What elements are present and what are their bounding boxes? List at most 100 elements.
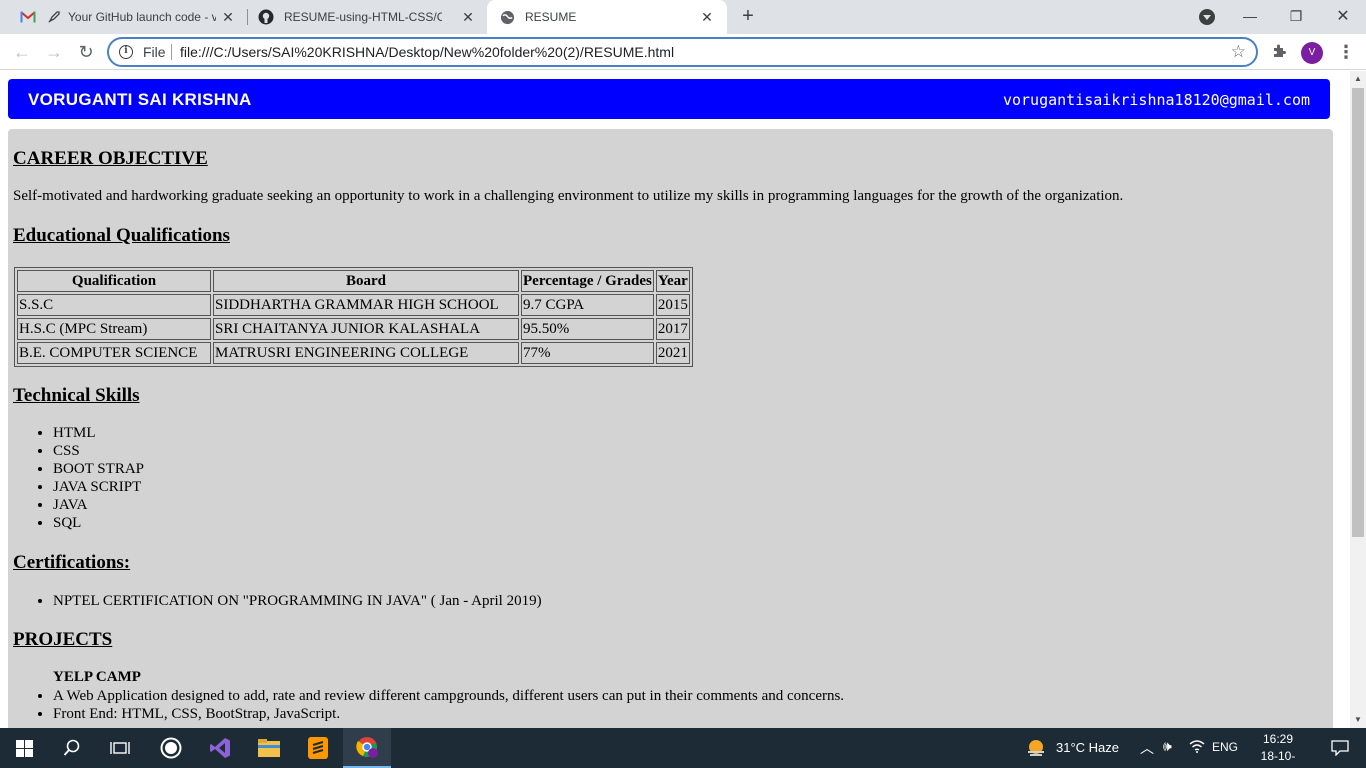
url-text[interactable]: file:///C:/Users/SAI%20KRISHNA/Desktop/N… xyxy=(180,44,674,60)
career-objective-heading: CAREER OBJECTIVE xyxy=(13,148,208,169)
resume-email: vorugantisaikrishna18120@gmail.com xyxy=(1002,91,1310,109)
certifications-list: NPTEL CERTIFICATION ON "PROGRAMMING IN J… xyxy=(53,592,542,610)
table-cell: SRI CHAITANYA JUNIOR KALASHALA xyxy=(213,318,519,340)
address-bar[interactable]: i File file:///C:/Users/SAI%20KRISHNA/De… xyxy=(107,37,1258,67)
language-indicator[interactable]: ENG xyxy=(1212,740,1238,754)
education-heading: Educational Qualifications xyxy=(13,225,230,246)
table-row: H.S.C (MPC Stream) SRI CHAITANYA JUNIOR … xyxy=(17,318,690,340)
list-item: BOOT STRAP xyxy=(53,460,144,478)
gmail-icon xyxy=(20,9,36,25)
scroll-thumb[interactable] xyxy=(1352,88,1364,537)
table-cell: 2015 xyxy=(655,294,690,316)
speaker-icon[interactable]: 🕪 xyxy=(1163,738,1172,755)
scheme-label: File xyxy=(143,44,166,60)
tab-strip: Your GitHub launch code - vc ✕ RESUME-us… xyxy=(0,0,1366,34)
file-explorer-icon[interactable] xyxy=(245,728,293,768)
task-view-icon[interactable] xyxy=(96,728,144,768)
bookmark-star-icon[interactable]: ☆ xyxy=(1231,42,1246,62)
visual-studio-icon[interactable] xyxy=(196,728,244,768)
list-item: CSS xyxy=(53,442,144,460)
restore-button[interactable]: ❐ xyxy=(1273,0,1319,32)
clock[interactable]: 16:29 18-10-2021 xyxy=(1250,731,1306,768)
list-item: HTML xyxy=(53,424,144,442)
list-item: A Web Application designed to add, rate … xyxy=(53,687,844,705)
windows-start-icon[interactable] xyxy=(0,728,48,768)
omnibox-divider xyxy=(171,44,172,60)
list-item: Front End: HTML, CSS, BootStrap, JavaScr… xyxy=(53,705,844,723)
wifi-icon[interactable] xyxy=(1189,739,1205,756)
table-cell: 77% xyxy=(521,342,654,364)
table-cell: 95.50% xyxy=(521,318,654,340)
clock-time: 16:29 xyxy=(1262,732,1294,746)
vertical-scrollbar[interactable]: ▲ ▼ xyxy=(1350,71,1366,728)
reload-icon[interactable]: ↻ xyxy=(74,40,98,64)
weather-text[interactable]: 31°C Haze xyxy=(1056,740,1119,755)
column-header: Qualification xyxy=(17,270,211,292)
table-cell: S.S.C xyxy=(17,294,211,316)
tab-resume[interactable]: RESUME ✕ xyxy=(487,0,727,34)
certifications-heading: Certifications: xyxy=(13,552,131,573)
column-header: Year xyxy=(655,270,690,292)
list-item: SQL xyxy=(53,514,144,532)
table-header-row: Qualification Board Percentage / Grades … xyxy=(17,270,690,292)
column-header: Percentage / Grades xyxy=(521,270,654,292)
rocket-icon xyxy=(46,9,62,25)
tab-title: RESUME xyxy=(525,10,577,24)
table-cell: 2021 xyxy=(655,342,690,364)
scroll-down-arrow-icon[interactable]: ▼ xyxy=(1350,712,1366,728)
technical-skills-heading: Technical Skills xyxy=(13,385,140,406)
close-tab-icon[interactable]: ✕ xyxy=(460,9,476,25)
table-row: S.S.C SIDDHARTHA GRAMMAR HIGH SCHOOL 9.7… xyxy=(17,294,690,316)
project-title: YELP CAMP xyxy=(53,669,141,685)
close-tab-icon[interactable]: ✕ xyxy=(699,9,715,25)
menu-kebab-icon[interactable]: ⋮ xyxy=(1337,41,1355,63)
sublime-text-icon[interactable] xyxy=(294,728,342,768)
tab-title: Your GitHub launch code - vc xyxy=(68,10,216,24)
new-tab-button[interactable]: + xyxy=(737,5,759,27)
resume-name: VORUGANTI SAI KRISHNA xyxy=(28,90,252,109)
page-viewport: VORUGANTI SAI KRISHNA vorugantisaikrishn… xyxy=(0,71,1350,728)
table-cell: H.S.C (MPC Stream) xyxy=(17,318,211,340)
notification-icon[interactable] xyxy=(1320,728,1360,768)
education-table: Qualification Board Percentage / Grades … xyxy=(14,267,693,367)
profile-avatar[interactable]: V xyxy=(1301,42,1323,64)
close-tab-icon[interactable]: ✕ xyxy=(220,9,236,25)
tab-github[interactable]: RESUME-using-HTML-CSS/Outpu ✕ xyxy=(248,0,488,34)
tab-title: RESUME-using-HTML-CSS/Outpu xyxy=(284,10,442,24)
forward-icon[interactable]: → xyxy=(42,40,66,64)
table-row: B.E. COMPUTER SCIENCE MATRUSRI ENGINEERI… xyxy=(17,342,690,364)
info-icon[interactable]: i xyxy=(119,45,133,59)
list-item: JAVA SCRIPT xyxy=(53,478,144,496)
table-cell: SIDDHARTHA GRAMMAR HIGH SCHOOL xyxy=(213,294,519,316)
resume-body: CAREER OBJECTIVE Self-motivated and hard… xyxy=(8,129,1333,728)
table-cell: 2017 xyxy=(655,318,690,340)
github-icon xyxy=(258,9,274,25)
close-window-button[interactable]: ✕ xyxy=(1320,0,1366,32)
tab-search-icon[interactable] xyxy=(1199,9,1215,25)
clock-date: 18-10-2021 xyxy=(1260,749,1296,768)
skills-list: HTML CSS BOOT STRAP JAVA SCRIPT JAVA SQL xyxy=(53,424,144,532)
chrome-icon[interactable] xyxy=(343,728,391,768)
whatsapp-icon[interactable] xyxy=(147,728,195,768)
table-cell: B.E. COMPUTER SCIENCE xyxy=(17,342,211,364)
weather-haze-icon[interactable] xyxy=(1018,728,1054,768)
minimize-button[interactable]: ― xyxy=(1227,0,1273,32)
table-cell: 9.7 CGPA xyxy=(521,294,654,316)
column-header: Board xyxy=(213,270,519,292)
career-objective-text: Self-motivated and hardworking graduate … xyxy=(13,188,1124,204)
windows-taskbar: 31°C Haze ︿ 🕪 ENG 16:29 18-10-2021 xyxy=(0,728,1366,768)
resume-header: VORUGANTI SAI KRISHNA vorugantisaikrishn… xyxy=(8,79,1330,119)
browser-toolbar: ← → ↻ i File file:///C:/Users/SAI%20KRIS… xyxy=(0,34,1366,70)
chevron-up-icon[interactable]: ︿ xyxy=(1140,738,1154,758)
project-details-list: A Web Application designed to add, rate … xyxy=(53,687,844,723)
back-icon[interactable]: ← xyxy=(10,40,34,64)
tab-gmail[interactable]: Your GitHub launch code - vc ✕ xyxy=(0,0,248,34)
table-cell: MATRUSRI ENGINEERING COLLEGE xyxy=(213,342,519,364)
projects-heading: PROJECTS xyxy=(13,629,113,650)
globe-icon xyxy=(499,9,515,25)
list-item: NPTEL CERTIFICATION ON "PROGRAMMING IN J… xyxy=(53,592,542,610)
search-icon[interactable] xyxy=(48,728,96,768)
scroll-up-arrow-icon[interactable]: ▲ xyxy=(1350,71,1366,87)
extensions-puzzle-icon[interactable] xyxy=(1271,43,1289,61)
list-item: JAVA xyxy=(53,496,144,514)
